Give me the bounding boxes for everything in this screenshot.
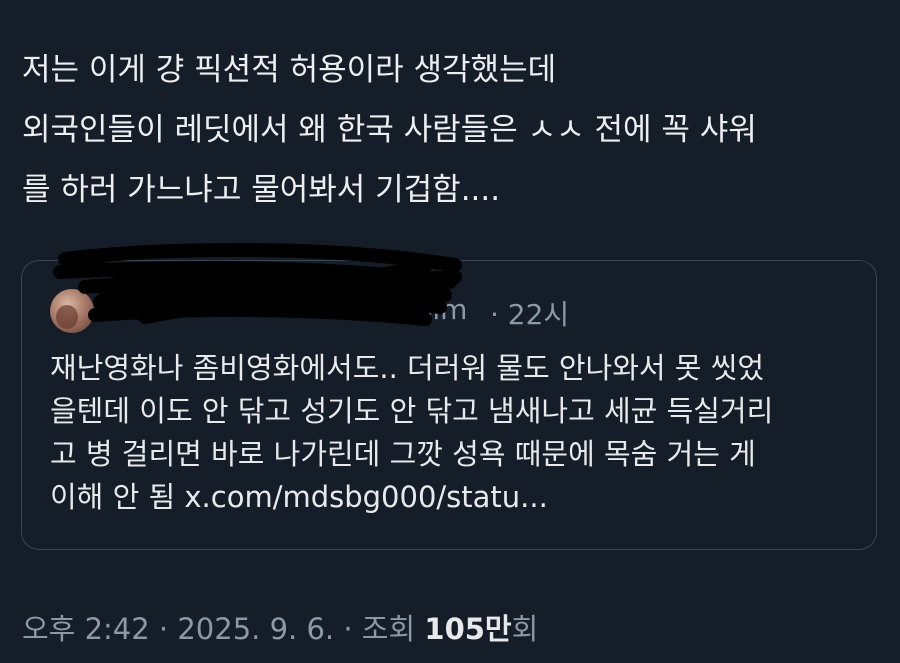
views-label: 회 (511, 612, 539, 646)
post-text-line: 저는 이게 걍 픽션적 허용이라 생각했는데 (22, 52, 557, 88)
post-time[interactable]: · 22시 (490, 293, 569, 333)
post-metadata: 오후 2:42 · 2025. 9. 6. · 조회 105만회 (22, 606, 538, 648)
post-text: 저는 이게 걍 픽션적 허용이라 생각했는데 외국인들이 레딧에서 왜 한국 사… (22, 40, 882, 220)
avatar[interactable] (50, 289, 94, 333)
quoted-post-card[interactable]: nsim · 22시 재난영화나 좀비영화에서도.. 더러워 물도 안나와서 못… (21, 242, 877, 550)
post-text-line: 외국인들이 레딧에서 왜 한국 사람들은 ㅅㅅ 전에 꼭 샤워 (22, 112, 757, 148)
redaction-scribble (53, 242, 462, 326)
quoted-post-line: 고 병 걸리면 바로 나가린데 그깟 성욕 때문에 목숨 거는 게 (50, 437, 756, 471)
avatar-photo (56, 305, 78, 329)
quoted-post-line: 이해 안 됨 x.com/mdsbg000/statu... (50, 480, 548, 514)
post-timestamp[interactable]: 오후 2:42 · 2025. 9. 6. · 조회 (22, 612, 424, 646)
quoted-post-header: nsim · 22시 (50, 242, 850, 335)
quoted-post-text: 재난영화나 좀비영화에서도.. 더러워 물도 안나와서 못 씻었 을텐데 이도 … (50, 347, 860, 519)
quoted-post-line: 재난영화나 좀비영화에서도.. 더러워 물도 안나와서 못 씻었 (50, 351, 765, 385)
views-count: 105만 (424, 612, 512, 646)
quoted-post-line: 을텐데 이도 안 닦고 성기도 안 닦고 냄새나고 세균 득실거리 (50, 394, 774, 428)
post-text-line: 를 하러 가느냐고 물어봐서 기겁함.... (22, 172, 501, 208)
author-handle[interactable]: nsim (400, 293, 467, 326)
